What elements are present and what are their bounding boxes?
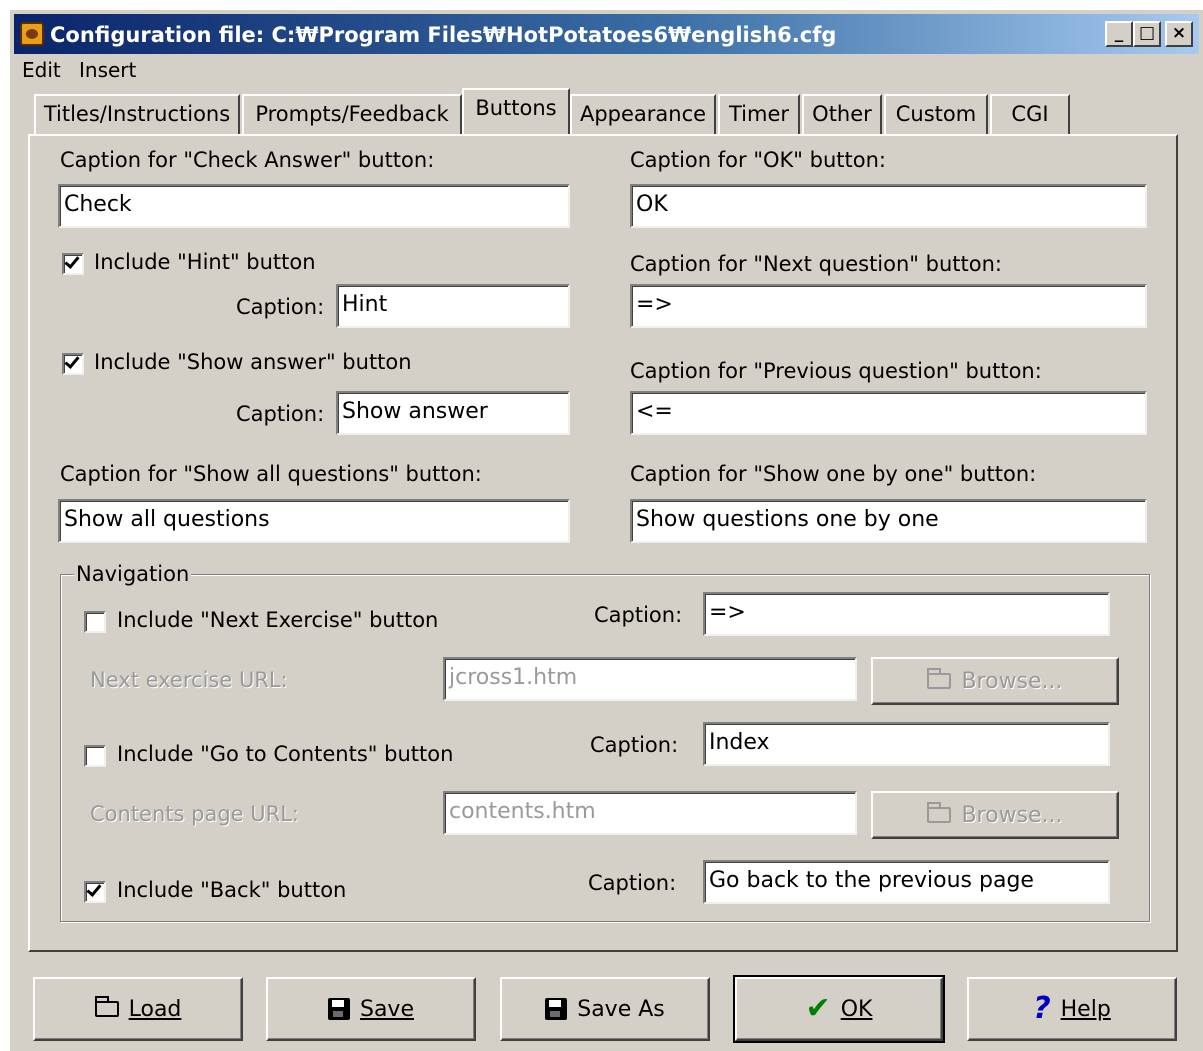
- contents-browse-label: Browse...: [961, 802, 1063, 828]
- check-answer-field[interactable]: Check: [58, 184, 570, 228]
- contents-browse-button[interactable]: Browse...: [871, 791, 1119, 839]
- tab-buttons[interactable]: Buttons: [462, 88, 570, 134]
- window-title: Configuration file: C:₩Program Files₩Hot…: [50, 23, 837, 47]
- save-as-button-label: Save As: [577, 996, 665, 1022]
- show-answer-caption-field[interactable]: Show answer: [336, 391, 570, 435]
- show-all-questions-field[interactable]: Show all questions: [58, 499, 570, 543]
- ok-caption-label: Caption for "OK" button:: [630, 148, 886, 172]
- tab-prompts-feedback[interactable]: Prompts/Feedback: [242, 94, 462, 134]
- tab-appearance[interactable]: Appearance: [570, 94, 716, 134]
- include-hint-label[interactable]: Include "Hint" button: [94, 250, 316, 274]
- show-one-by-one-label: Caption for "Show one by one" button:: [630, 462, 1037, 486]
- include-show-answer-label[interactable]: Include "Show answer" button: [94, 350, 412, 374]
- include-next-exercise-label[interactable]: Include "Next Exercise" button: [117, 608, 438, 632]
- include-contents-label[interactable]: Include "Go to Contents" button: [117, 742, 453, 766]
- ok-caption-field[interactable]: OK: [630, 184, 1147, 228]
- question-mark-icon: ?: [1033, 991, 1051, 1026]
- tab-timer[interactable]: Timer: [718, 94, 800, 134]
- hotpotatoes-app-icon[interactable]: [20, 22, 44, 46]
- navigation-legend: Navigation: [74, 562, 192, 586]
- contents-caption-label: Caption:: [590, 733, 679, 757]
- tab-custom[interactable]: Custom: [884, 94, 988, 134]
- previous-question-label: Caption for "Previous question" button:: [630, 359, 1042, 383]
- include-show-answer-checkbox[interactable]: [62, 353, 84, 375]
- help-button[interactable]: ? Help: [967, 977, 1177, 1041]
- green-checkmark-icon: ✔: [805, 991, 831, 1026]
- next-exercise-browse-button[interactable]: Browse...: [871, 657, 1119, 705]
- menu-insert[interactable]: Insert: [79, 58, 136, 82]
- include-contents-checkbox[interactable]: [84, 745, 106, 767]
- include-hint-checkbox[interactable]: [62, 253, 84, 275]
- checkmark-icon: [86, 881, 102, 897]
- open-folder-icon: [94, 996, 119, 1017]
- include-back-checkbox[interactable]: [84, 881, 106, 903]
- next-exercise-caption-label: Caption:: [594, 603, 683, 627]
- back-caption-label: Caption:: [588, 871, 677, 895]
- save-as-button[interactable]: Save As: [500, 977, 710, 1041]
- contents-url-label: Contents page URL:: [90, 802, 299, 826]
- hint-caption-field[interactable]: Hint: [336, 284, 570, 328]
- floppy-disk-question-icon: [545, 998, 568, 1020]
- save-button[interactable]: Save: [266, 977, 476, 1041]
- menu-edit[interactable]: Edit: [22, 58, 61, 82]
- next-exercise-browse-label: Browse...: [961, 668, 1063, 694]
- minimize-button[interactable]: _: [1105, 21, 1133, 47]
- load-button[interactable]: Load: [33, 977, 243, 1041]
- floppy-disk-icon: [327, 998, 350, 1020]
- maximize-button[interactable]: □: [1133, 21, 1161, 47]
- tab-cgi[interactable]: CGI: [990, 94, 1070, 134]
- back-caption-field[interactable]: Go back to the previous page: [703, 860, 1110, 904]
- save-button-label: Save: [359, 996, 414, 1022]
- next-exercise-url-label: Next exercise URL:: [90, 668, 288, 692]
- tab-other[interactable]: Other: [802, 94, 882, 134]
- previous-question-field[interactable]: <=: [630, 391, 1147, 435]
- next-question-label: Caption for "Next question" button:: [630, 252, 1002, 276]
- checkmark-icon: [64, 353, 80, 369]
- hint-caption-label: Caption:: [236, 295, 325, 319]
- ok-button[interactable]: ✔ OK: [733, 975, 945, 1043]
- title-bar[interactable]: Configuration file: C:₩Program Files₩Hot…: [14, 14, 1199, 54]
- open-folder-icon: [927, 802, 952, 823]
- help-button-label: Help: [1060, 996, 1111, 1022]
- ok-button-label: OK: [840, 996, 873, 1022]
- open-folder-icon: [927, 668, 952, 689]
- check-answer-label: Caption for "Check Answer" button:: [60, 148, 435, 172]
- tab-titles-instructions[interactable]: Titles/Instructions: [34, 94, 240, 134]
- show-one-by-one-field[interactable]: Show questions one by one: [630, 499, 1147, 543]
- next-exercise-caption-field[interactable]: =>: [703, 592, 1110, 636]
- include-back-label[interactable]: Include "Back" button: [117, 878, 346, 902]
- load-button-label: Load: [128, 996, 182, 1022]
- checkmark-icon: [64, 253, 80, 269]
- close-button[interactable]: ×: [1165, 21, 1193, 47]
- contents-url-field[interactable]: contents.htm: [443, 791, 857, 835]
- contents-caption-field[interactable]: Index: [703, 722, 1110, 766]
- show-answer-caption-label: Caption:: [236, 402, 325, 426]
- next-exercise-url-field[interactable]: jcross1.htm: [443, 657, 857, 701]
- next-question-field[interactable]: =>: [630, 284, 1147, 328]
- include-next-exercise-checkbox[interactable]: [84, 611, 106, 633]
- show-all-questions-label: Caption for "Show all questions" button:: [60, 462, 482, 486]
